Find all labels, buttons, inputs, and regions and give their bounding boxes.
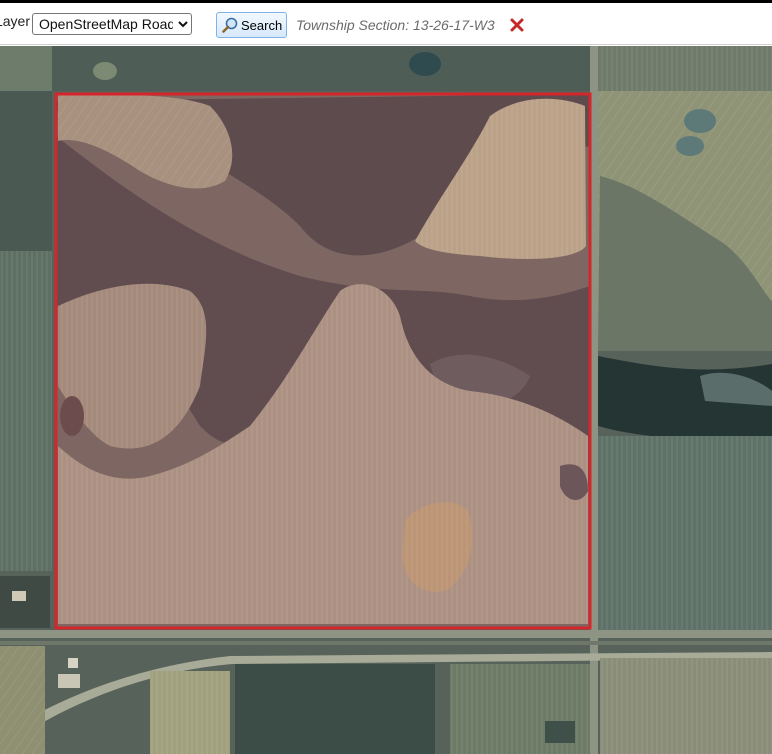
section-boundary[interactable] xyxy=(54,92,592,630)
search-button-label: Search xyxy=(241,17,283,33)
search-icon xyxy=(222,17,238,33)
close-icon[interactable] xyxy=(509,17,525,33)
satellite-imagery xyxy=(0,46,772,754)
satellite-map[interactable] xyxy=(0,46,772,754)
map-toolbar: Layer: OpenStreetMap Roads Search Townsh… xyxy=(0,3,772,45)
layer-label: Layer: xyxy=(0,13,30,29)
township-section-label: Township Section: 13-26-17-W3 xyxy=(296,17,495,33)
search-button[interactable]: Search xyxy=(216,12,287,38)
layer-select[interactable]: OpenStreetMap Roads xyxy=(32,13,192,35)
